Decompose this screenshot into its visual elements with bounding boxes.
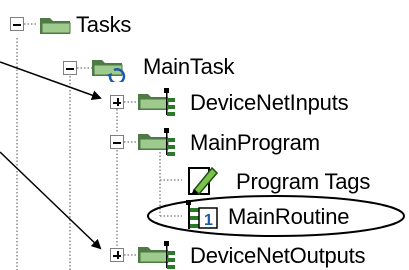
arrow-to-devicenetoutputs bbox=[0, 151, 102, 250]
arrow-to-devicenetinputs bbox=[0, 61, 102, 100]
annotation-arrows bbox=[0, 61, 102, 250]
